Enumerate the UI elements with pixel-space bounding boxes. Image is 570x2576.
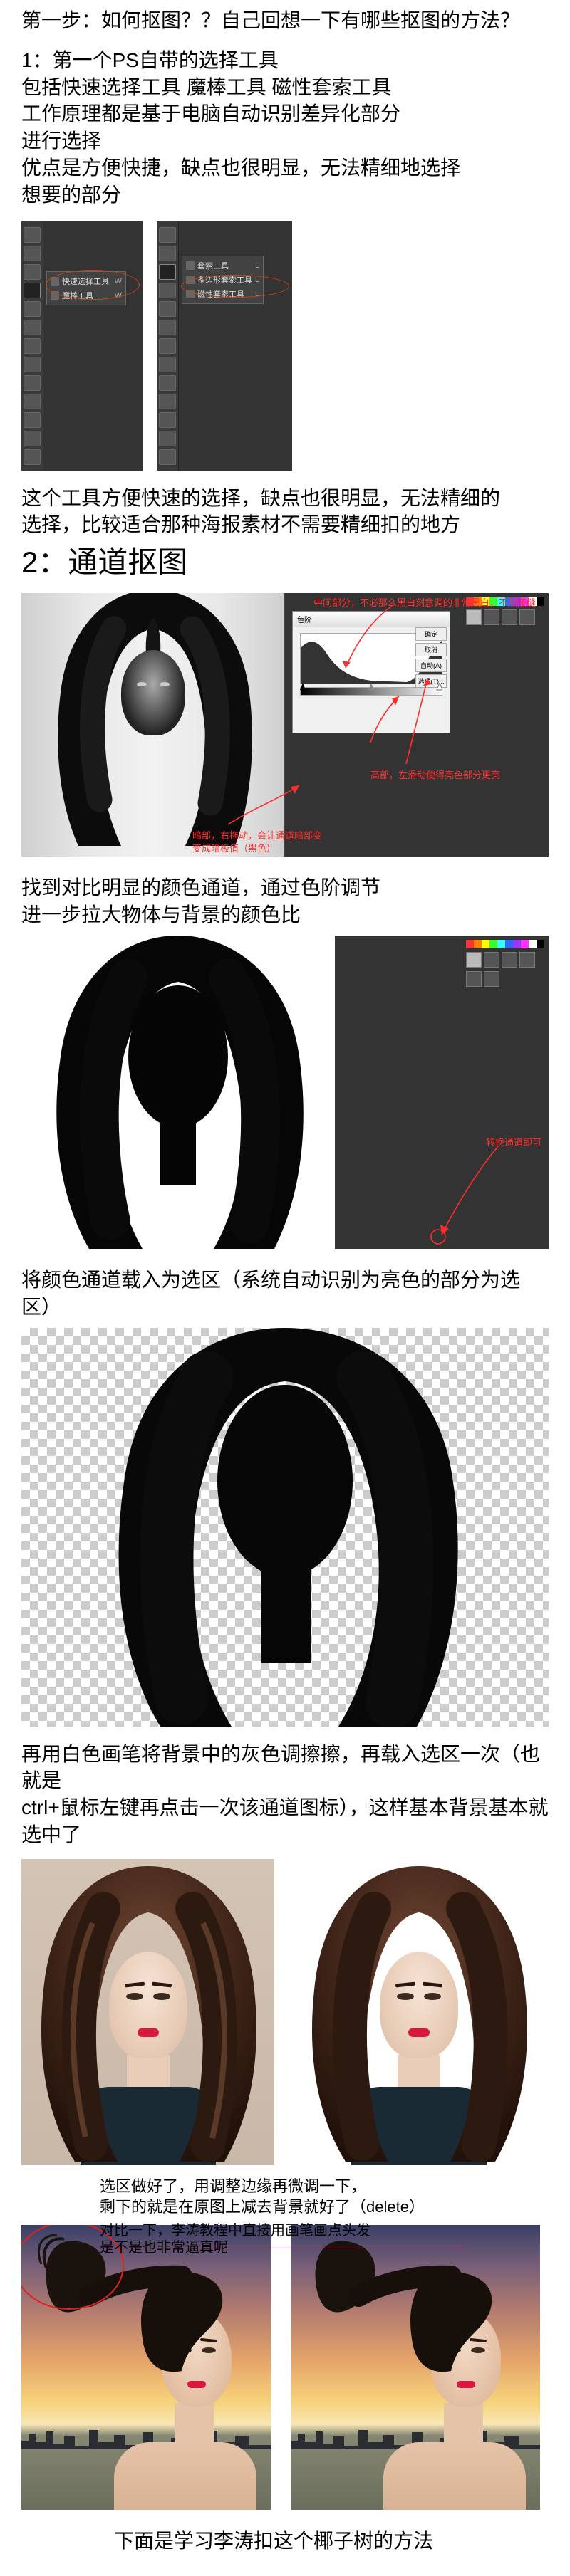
marquee-tool-icon[interactable] — [24, 246, 41, 261]
healing-tool-icon[interactable] — [24, 338, 41, 354]
ponytail-left — [21, 2225, 271, 2510]
lasso-tool-icon[interactable] — [24, 264, 41, 280]
crop-tool-icon[interactable] — [159, 301, 176, 317]
ps-workspace-right: 色阶 确定 取消 自动(A) 选项(T)... — [285, 593, 549, 857]
quick-select-tool-icon[interactable] — [24, 283, 41, 298]
crop-tool-icon[interactable] — [24, 301, 41, 317]
hair-silhouette-on-alpha — [21, 1328, 549, 1727]
caption-2b: 进一步拉大物体与背景的颜色比 — [21, 901, 549, 928]
history-brush-icon[interactable] — [24, 394, 41, 409]
tool-panels-row: 快速选择工具 W 魔棒工具 W — [21, 221, 549, 471]
blur-tool-icon[interactable] — [24, 449, 41, 465]
annotation-arrow-left — [207, 778, 321, 835]
eyedropper-tool-icon[interactable] — [24, 320, 41, 335]
channel-thumb[interactable] — [466, 971, 482, 987]
step-title: 第一步：如何抠图？？自己回想一下有哪些抠图的方法？ — [21, 7, 549, 34]
compare-text: 对比一下，李涛教程中直接用画笔画点头发 是不是也非常逼真呢 — [100, 2222, 370, 2256]
row-color-portraits — [21, 1859, 549, 2165]
channel-thumb[interactable] — [466, 952, 482, 968]
method1-l5: 优点是方便快捷，缺点也很明显，无法精细地选择 — [21, 155, 549, 182]
method1-l3: 工作原理都是基于电脑自动识别差异化部分 — [21, 100, 549, 127]
method1-title: 1：第一个PS自带的选择工具 — [21, 47, 549, 74]
eraser-tool-icon[interactable] — [24, 412, 41, 428]
flyout-item-lasso[interactable]: 套索工具 L — [186, 258, 259, 273]
channel-thumb[interactable] — [519, 952, 535, 968]
method1-l6: 想要的部分 — [21, 182, 549, 209]
stamp-tool-icon[interactable] — [159, 375, 176, 391]
lasso-tool-icon[interactable] — [159, 264, 176, 280]
final-line: 下面是学习李涛扣这个椰子树的方法 — [21, 2528, 549, 2555]
caption-2a: 找到对比明显的颜色通道，通过色阶调节 — [21, 874, 549, 901]
channel-thumb[interactable] — [502, 952, 517, 968]
caption-5b: 剩下的就是在原图上减去背景就好了（delete） — [21, 2197, 549, 2218]
annotation-load-selection: 转换通道即可 — [486, 1135, 542, 1148]
ps-panel-right: 套索工具 L 多边形套索工具 L 磁性套索工具 L — [157, 221, 292, 471]
row-ponytail-compare: 对比一下，李涛教程中直接用画笔画点头发 是不是也非常逼真呢 — [21, 2225, 549, 2510]
brush-tool-icon[interactable] — [24, 357, 41, 372]
annotation-oval — [181, 275, 289, 298]
stage-transparent-bg — [21, 1328, 549, 1727]
lasso-icon — [186, 261, 195, 270]
color-portrait-bg — [21, 1859, 274, 2165]
blur-tool-icon[interactable] — [159, 449, 176, 465]
marquee-tool-icon[interactable] — [159, 246, 176, 261]
annotation-oval — [46, 270, 140, 300]
channel-thumb[interactable] — [484, 952, 499, 968]
ponytail-hair — [291, 2225, 540, 2510]
method1-l2: 包括快速选择工具 魔棒工具 磁性套索工具 — [21, 74, 549, 101]
ps-toolbar — [157, 221, 179, 471]
method1-l4: 进行选择 — [21, 127, 549, 155]
face-grayscale — [121, 650, 185, 735]
channel-thumb[interactable] — [484, 971, 499, 987]
history-brush-icon[interactable] — [159, 394, 176, 409]
hair-color — [21, 1859, 274, 2165]
section2-title: 2：通道抠图 — [21, 538, 549, 586]
caption-5a: 选区做好了，用调整边缘再微调一下， — [21, 2176, 549, 2197]
swatches-panel — [466, 940, 544, 975]
ponytail-right — [291, 2225, 540, 2510]
silhouette-canvas — [21, 936, 335, 1249]
ps-panel-left: 快速选择工具 W 魔棒工具 W — [21, 221, 142, 471]
healing-tool-icon[interactable] — [159, 338, 176, 354]
gradient-tool-icon[interactable] — [159, 431, 176, 446]
annotation-left-2: 变成暗极值（黑色） — [192, 841, 276, 854]
stage-silhouette: 转换通道即可 — [21, 936, 549, 1249]
caption-3: 将颜色通道载入为选区（系统自动识别为亮色的部分为选区） — [21, 1267, 549, 1321]
eyedropper-tool-icon[interactable] — [159, 320, 176, 335]
caption-4a: 再用白色画笔将背景中的灰色调擦擦，再载入选区一次（也就是 — [21, 1741, 549, 1795]
stamp-tool-icon[interactable] — [24, 375, 41, 391]
eraser-tool-icon[interactable] — [159, 412, 176, 428]
flyout-key: L — [255, 261, 259, 270]
stage-channel-levels: 色阶 确定 取消 自动(A) 选项(T)... — [21, 593, 549, 857]
move-tool-icon[interactable] — [159, 227, 176, 243]
ps-toolbar — [21, 221, 43, 471]
brush-tool-icon[interactable] — [159, 357, 176, 372]
flyout-label: 套索工具 — [197, 260, 229, 271]
hair-color — [292, 1859, 545, 2165]
gradient-tool-icon[interactable] — [24, 431, 41, 446]
color-portrait-cutout — [292, 1859, 545, 2165]
caption-4b: ctrl+鼠标左键再点击一次该通道图标），这样基本背景基本就选中了 — [21, 1794, 549, 1848]
move-tool-icon[interactable] — [24, 227, 41, 243]
annotation-arrows — [285, 593, 549, 857]
after-tools-p1: 这个工具方便快速的选择，缺点也很明显，无法精细的 — [21, 485, 549, 512]
quick-select-tool-icon[interactable] — [159, 283, 176, 298]
hair-silhouette-solid — [21, 936, 335, 1249]
after-tools-p2: 选择，比较适合那种海报素材不需要精细扣的地方 — [21, 511, 549, 538]
ps-workspace-right: 转换通道即可 — [335, 936, 549, 1249]
